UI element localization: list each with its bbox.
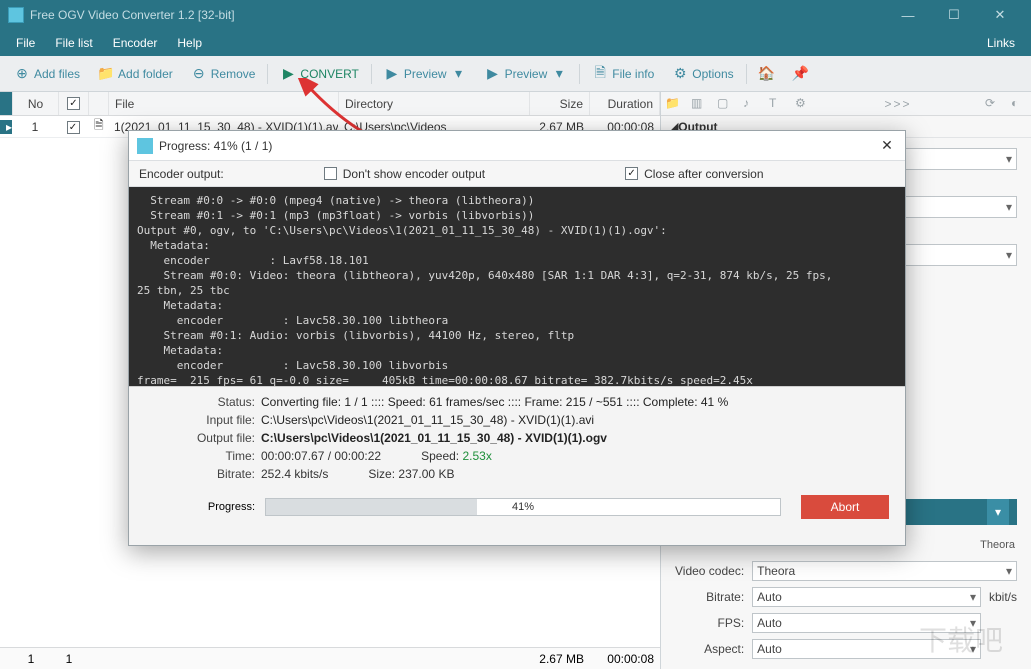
extra-icon[interactable]: ◐ [1011, 96, 1027, 112]
preview-button-1[interactable]: ▶Preview▾ [376, 62, 475, 86]
crop-icon[interactable]: ▢ [717, 96, 733, 112]
codec-select[interactable]: Theora▾ [752, 561, 1017, 581]
row-checkbox[interactable]: ✓ [67, 121, 80, 134]
more-button[interactable]: >>> [821, 97, 975, 111]
menu-links[interactable]: Links [977, 33, 1025, 53]
plus-icon: ⊕ [14, 66, 30, 82]
app-icon [8, 7, 24, 23]
convert-button[interactable]: ▶CONVERT [272, 62, 366, 86]
info-icon: 🗎 [592, 66, 608, 82]
pin-icon: 📌 [793, 66, 809, 82]
pin-button[interactable]: 📌 [785, 62, 817, 86]
col-check[interactable]: ✓ [59, 92, 89, 115]
col-duration[interactable]: Duration [590, 92, 660, 115]
chevron-down-icon: ▾ [551, 66, 567, 82]
add-folder-button[interactable]: 📁Add folder [90, 62, 181, 86]
remove-button[interactable]: ⊖Remove [183, 62, 264, 86]
progress-dialog: Progress: 41% (1 / 1) ✕ Encoder output: … [128, 130, 906, 546]
codec-label: Video codec: [675, 564, 744, 578]
title-bar: Free OGV Video Converter 1.2 [32-bit] — … [0, 0, 1031, 30]
checkbox-icon[interactable]: ✓ [67, 97, 80, 110]
aspect-label: Aspect: [675, 642, 744, 656]
preview-button-2[interactable]: ▶Preview▾ [477, 62, 576, 86]
progress-bar: 41% [265, 498, 781, 516]
closeafter-checkbox[interactable]: ✓ [625, 167, 638, 180]
aspect-select[interactable]: Auto▾ [752, 639, 981, 659]
closeafter-label: Close after conversion [644, 167, 763, 181]
settings-icon[interactable]: ⚙ [795, 96, 811, 112]
fps-select[interactable]: Auto▾ [752, 613, 981, 633]
row-no: 1 [12, 120, 58, 134]
home-button[interactable]: 🏠 [751, 62, 783, 86]
window-title: Free OGV Video Converter 1.2 [32-bit] [30, 8, 885, 22]
speed-value: 2.53x [463, 449, 492, 463]
gear-icon: ⚙ [672, 66, 688, 82]
input-file-value: C:\Users\pc\Videos\1(2021_01_11_15_30_48… [261, 413, 889, 427]
col-dir[interactable]: Directory [339, 92, 530, 115]
dialog-title-bar[interactable]: Progress: 41% (1 / 1) ✕ [129, 131, 905, 161]
output-file-value: C:\Users\pc\Videos\1(2021_01_11_15_30_48… [261, 431, 889, 445]
play-circle-icon: ▶ [384, 66, 400, 82]
play-icon: ▶ [280, 66, 296, 82]
bitrate-select[interactable]: Auto▾ [752, 587, 981, 607]
time-value: 00:00:07.67 / 00:00:22 [261, 449, 381, 463]
menu-file[interactable]: File [6, 33, 45, 53]
col-no[interactable]: No [13, 92, 59, 115]
app-icon [137, 138, 153, 154]
menu-encoder[interactable]: Encoder [103, 33, 168, 53]
col-size[interactable]: Size [530, 92, 590, 115]
minimize-button[interactable]: — [885, 0, 931, 30]
menu-help[interactable]: Help [167, 33, 212, 53]
dontshow-label: Don't show encoder output [343, 167, 485, 181]
menu-filelist[interactable]: File list [45, 33, 102, 53]
chevron-down-icon[interactable]: ▾ [987, 499, 1009, 525]
text-icon[interactable]: T [769, 96, 785, 112]
encoder-console[interactable]: Stream #0:0 -> #0:0 (mpeg4 (native) -> t… [129, 187, 905, 387]
options-button[interactable]: ⚙Options [664, 62, 741, 86]
totals-row: 1 1 2.67 MB 00:00:08 [0, 647, 660, 669]
menu-bar: File File list Encoder Help Links [0, 30, 1031, 56]
col-icon [89, 92, 109, 115]
output-tabs: 📁 ▥ ▢ ♪ T ⚙ >>> ⟳ ◐ [661, 92, 1031, 116]
play-circle-icon: ▶ [485, 66, 501, 82]
encoder-output-label: Encoder output: [139, 167, 224, 181]
remove-icon: ⊖ [191, 66, 207, 82]
fps-label: FPS: [675, 616, 744, 630]
folder-plus-icon: 📁 [98, 66, 114, 82]
refresh-icon[interactable]: ⟳ [985, 96, 1001, 112]
fileinfo-button[interactable]: 🗎File info [584, 62, 662, 86]
toolbar: ⊕Add files 📁Add folder ⊖Remove ▶CONVERT … [0, 56, 1031, 92]
close-button[interactable]: ✕ [977, 0, 1023, 30]
video-icon[interactable]: ▥ [691, 96, 707, 112]
music-icon[interactable]: ♪ [743, 96, 759, 112]
grid-header: No ✓ File Directory Size Duration [0, 92, 660, 116]
progress-info: Status:Converting file: 1 / 1 :::: Speed… [129, 387, 905, 489]
home-icon: 🏠 [759, 66, 775, 82]
progress-label: Progress: [145, 501, 255, 513]
status-value: Converting file: 1 / 1 :::: Speed: 61 fr… [261, 395, 889, 409]
bitrate-value: 252.4 kbits/s [261, 467, 328, 481]
dialog-title: Progress: 41% (1 / 1) [159, 139, 877, 153]
col-file[interactable]: File [109, 92, 339, 115]
file-icon: 🗎 [88, 116, 108, 137]
dontshow-checkbox[interactable] [324, 167, 337, 180]
bitrate-label: Bitrate: [675, 590, 744, 604]
close-icon[interactable]: ✕ [877, 137, 897, 154]
maximize-button[interactable]: ☐ [931, 0, 977, 30]
add-files-button[interactable]: ⊕Add files [6, 62, 88, 86]
size-value: 237.00 KB [398, 467, 454, 481]
abort-button[interactable]: Abort [801, 495, 889, 519]
folder-icon[interactable]: 📁 [665, 96, 681, 112]
bitrate-unit: kbit/s [989, 590, 1017, 604]
chevron-down-icon: ▾ [451, 66, 467, 82]
